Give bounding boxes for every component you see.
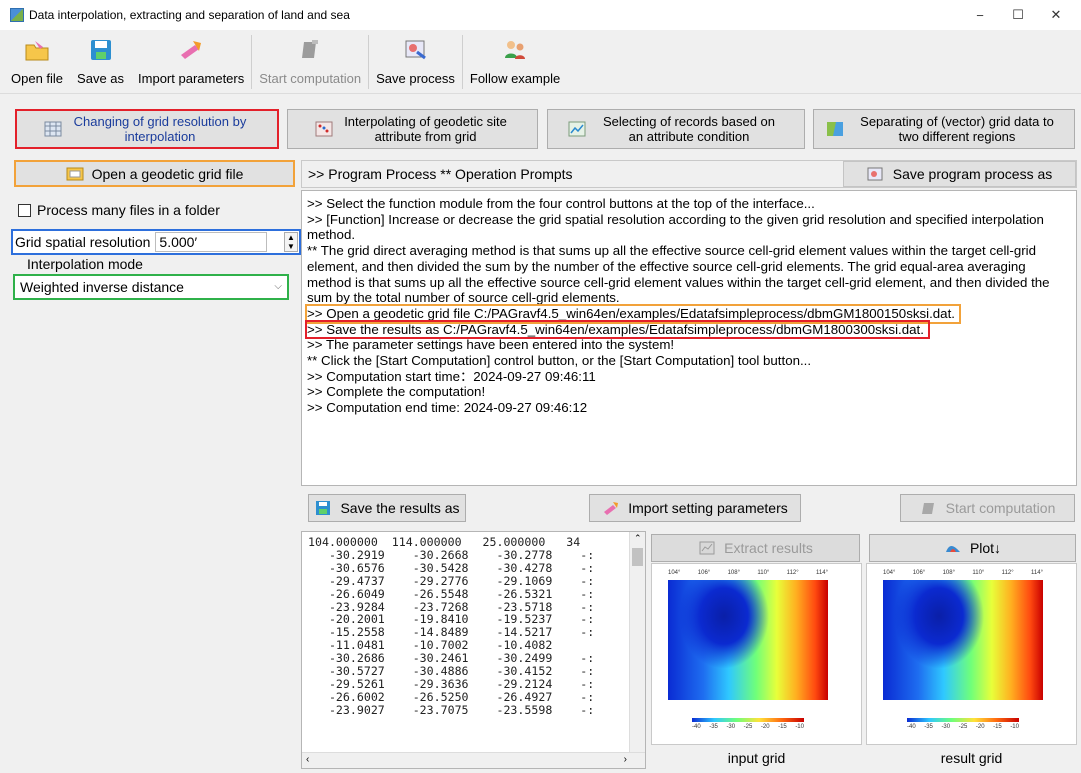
map-x-axis: 104° 106° 108° 110° 112° 114° [883, 570, 1043, 576]
computation-icon [921, 503, 934, 514]
data-row: -15.2558 -14.8489 -14.5217 -: [308, 625, 595, 640]
input-grid-label: input grid [727, 750, 786, 766]
window-title: Data interpolation, extracting and separ… [29, 8, 350, 22]
import-icon [176, 36, 206, 64]
interpolation-mode-label: Interpolation mode [27, 256, 143, 272]
results-text: 104.000000 114.000000 25.000000 34 -30.2… [302, 532, 645, 717]
changing-grid-module-button[interactable]: Changing of grid resolution by interpola… [15, 109, 279, 149]
data-row: -23.9027 -23.7075 -23.5598 -: [308, 702, 595, 717]
grid-resolution-spinner: Grid spatial resolution 5.000′ ▲ ▼ [11, 229, 301, 255]
example-people-icon [500, 36, 530, 64]
toolbar: Open file Save as Import parameters Star… [0, 30, 1081, 94]
log-line: ** The grid direct averaging method is t… [307, 243, 1050, 306]
scroll-thumb[interactable] [632, 548, 643, 566]
data-row: 104.000000 114.000000 25.000000 34 [308, 535, 581, 549]
data-row: -29.5261 -29.3636 -29.2124 -: [308, 676, 595, 691]
spin-updown-icon[interactable]: ▲ ▼ [284, 232, 298, 252]
color-scale-ticks: -40 -35 -30 -25 -20 -15 -10 [692, 724, 804, 730]
input-grid-map[interactable]: 104° 106° 108° 110° 112° 114° -40 -35 -30 -25 -20… [651, 563, 862, 745]
app-icon [10, 8, 24, 22]
plot-button[interactable]: Plot↓ [869, 534, 1076, 562]
chevron-down-icon: ⌵ [274, 281, 282, 292]
data-row: -30.5727 -30.4886 -30.4152 -: [308, 664, 595, 679]
start-computation-toolbar-button[interactable]: Start computation [252, 30, 368, 94]
follow-example-button[interactable]: Follow example [463, 30, 567, 94]
save-disk-icon [316, 501, 331, 515]
extract-icon [699, 541, 715, 555]
data-row: -30.6576 -30.5428 -30.4278 -: [308, 560, 595, 575]
save-disk-icon [86, 36, 116, 64]
select-records-icon [568, 121, 586, 137]
color-scale-bar [907, 718, 1019, 722]
land-sea-icon [827, 122, 843, 136]
title-bar: Data interpolation, extracting and separ… [0, 0, 1081, 30]
log-line: ** Click the [Start Computation] control… [307, 353, 812, 369]
save-as-button[interactable]: Save as [70, 30, 131, 94]
selecting-records-module-button[interactable]: Selecting of records based on an attribu… [547, 109, 805, 149]
interpolating-site-module-button[interactable]: Interpolating of geodetic site attribute… [287, 109, 538, 149]
plot-icon [945, 546, 960, 552]
open-file-button[interactable]: Open file [4, 30, 70, 94]
minimize-icon[interactable]: − [961, 0, 999, 30]
grid-resolution-icon [44, 121, 62, 137]
computation-icon [295, 36, 325, 64]
window-controls: − ☐ ✕ [961, 0, 1075, 30]
log-line-open-file: >> Open a geodetic grid file C:/PAGravf4… [305, 303, 961, 324]
color-scale-bar [692, 718, 804, 722]
open-grid-file-button[interactable]: Open a geodetic grid file [14, 160, 295, 187]
log-line: >> The parameter settings have been ente… [307, 337, 675, 353]
save-process-button[interactable]: Save process [369, 30, 462, 94]
log-line: >> Select the function module from the f… [307, 196, 815, 211]
log-line: >> Computation end time: 2024-09-27 09:4… [307, 400, 588, 416]
save-results-button[interactable]: Save the results as [308, 494, 466, 522]
grid-resolution-input[interactable]: 5.000′ [155, 232, 268, 252]
result-grid-heatmap [883, 580, 1043, 700]
close-icon[interactable]: ✕ [1037, 0, 1075, 30]
import-setting-button[interactable]: Import setting parameters [589, 494, 801, 522]
input-grid-heatmap [668, 580, 828, 700]
log-line-save-results: >> Save the results as C:/PAGravf4.5_win… [305, 319, 930, 340]
log-line: >> [Function] Increase or decrease the g… [307, 211, 1044, 243]
process-many-checkbox[interactable]: Process many files in a folder [18, 202, 220, 218]
data-row: -26.6049 -26.5548 -26.5321 -: [308, 586, 595, 601]
import-icon [604, 502, 619, 515]
color-scale-ticks: -40 -35 -30 -25 -20 -15 -10 [907, 724, 1019, 730]
data-row: -30.2919 -30.2668 -30.2778 -: [308, 547, 595, 562]
open-folder-icon [22, 36, 52, 64]
data-row: -30.2686 -30.2461 -30.2499 -: [308, 651, 595, 666]
data-row: -20.2001 -19.8410 -19.5237 -: [308, 612, 595, 627]
process-log: >> Select the function module from the f… [301, 190, 1077, 486]
scroll-right-icon[interactable]: › [624, 754, 627, 765]
grid-resolution-label: Grid spatial resolution [15, 234, 151, 250]
maximize-icon[interactable]: ☐ [999, 0, 1037, 30]
horizontal-scrollbar[interactable]: ‹ › [302, 752, 645, 768]
data-row: -11.0481 -10.7002 -10.4082 [308, 638, 588, 653]
separating-grid-module-button[interactable]: Separating of (vector) grid data to two … [813, 109, 1075, 149]
map-x-axis: 104° 106° 108° 110° 112° 114° [668, 570, 828, 576]
save-program-process-button[interactable]: Save program process as [843, 161, 1076, 187]
result-grid-label: result grid [940, 750, 1003, 766]
start-computation-button[interactable]: Start computation [900, 494, 1075, 522]
save-process-icon [401, 36, 431, 64]
extract-results-button[interactable]: Extract results [651, 534, 860, 562]
log-line: >> Complete the computation! [307, 384, 486, 400]
scroll-up-icon[interactable]: ⌃ [634, 533, 642, 544]
data-row: -23.9284 -23.7268 -23.5718 -: [308, 599, 595, 614]
grid-file-icon [66, 167, 84, 180]
scroll-left-icon[interactable]: ‹ [306, 754, 309, 765]
interpolation-mode-select[interactable]: Weighted inverse distance ⌵ [13, 274, 289, 300]
checkbox-box[interactable] [18, 203, 31, 217]
save-process-icon [867, 167, 883, 181]
results-data-pane[interactable]: 104.000000 114.000000 25.000000 34 -30.2… [301, 531, 646, 769]
result-grid-map[interactable]: 104° 106° 108° 110° 112° 114° -40 -35 -30 -25 -20… [866, 563, 1077, 745]
vertical-scrollbar[interactable]: ⌃ [629, 532, 645, 754]
data-row: -26.6002 -26.5250 -26.4927 -: [308, 689, 595, 704]
data-row: -29.4737 -29.2776 -29.1069 -: [308, 573, 595, 588]
import-parameters-button[interactable]: Import parameters [131, 30, 251, 94]
log-line: >> Computation start time：2024-09-27 09:… [307, 368, 596, 384]
site-interpolation-icon [315, 121, 332, 137]
